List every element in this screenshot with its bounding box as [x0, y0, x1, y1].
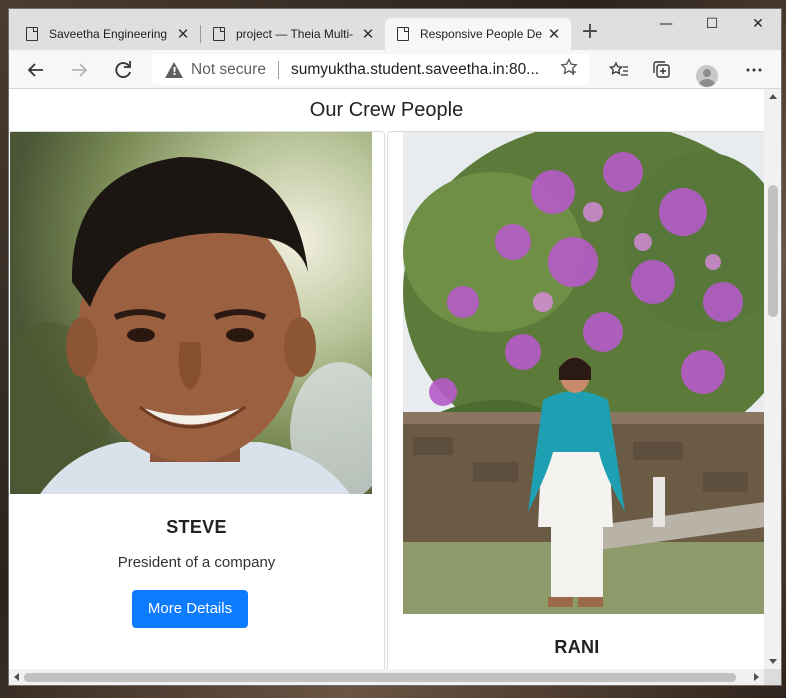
- tab-saveetha[interactable]: Saveetha Engineering ✕: [14, 18, 200, 50]
- person-role: President of a company: [117, 554, 276, 571]
- maximize-button[interactable]: ☐: [689, 13, 735, 35]
- tab-title: Responsive People De: [420, 27, 543, 41]
- more-details-button[interactable]: More Details: [132, 590, 248, 628]
- tab-title: project — Theia Multi-: [236, 27, 354, 41]
- url-text[interactable]: sumyuktha.student.saveetha.in:80...: [291, 61, 555, 79]
- tab-responsive-people[interactable]: Responsive People De ✕: [385, 18, 571, 50]
- add-favorite-icon[interactable]: [555, 57, 583, 81]
- vertical-scrollbar[interactable]: [764, 89, 781, 669]
- person-card-steve: STEVE President of a company More Detail…: [9, 131, 385, 669]
- profile-icon[interactable]: [696, 65, 718, 87]
- page-title: Our Crew People: [309, 99, 464, 121]
- scrollbar-thumb[interactable]: [24, 673, 736, 682]
- page-icon: [213, 27, 225, 41]
- back-icon[interactable]: [22, 56, 50, 84]
- minimize-button[interactable]: —: [643, 13, 689, 35]
- tab-title: Saveetha Engineering: [49, 27, 168, 41]
- person-photo-rani: [403, 132, 764, 614]
- person-photo-steve: [10, 132, 372, 494]
- close-icon[interactable]: ✕: [172, 25, 194, 43]
- horizontal-scrollbar[interactable]: [9, 669, 764, 685]
- close-window-button[interactable]: ✕: [735, 13, 781, 35]
- warning-icon[interactable]: [165, 61, 183, 78]
- browser-window: Saveetha Engineering ✕ project — Theia M…: [8, 8, 782, 686]
- close-icon[interactable]: ✕: [357, 25, 379, 43]
- tab-project[interactable]: project — Theia Multi- ✕: [201, 18, 385, 50]
- page-viewport: Our Crew People STEVE President of a com…: [9, 89, 764, 669]
- security-label[interactable]: Not secure: [191, 61, 266, 79]
- close-icon[interactable]: ✕: [543, 25, 565, 43]
- scroll-right-icon[interactable]: [754, 673, 759, 681]
- collections-icon[interactable]: [648, 56, 676, 84]
- favorites-icon[interactable]: [605, 56, 633, 84]
- scroll-down-icon[interactable]: [769, 659, 777, 664]
- new-tab-button[interactable]: +: [578, 21, 602, 45]
- forward-icon[interactable]: [65, 56, 93, 84]
- person-name: STEVE: [166, 517, 227, 537]
- refresh-icon[interactable]: [109, 56, 137, 84]
- tab-strip: Saveetha Engineering ✕ project — Theia M…: [9, 9, 781, 50]
- scroll-up-icon[interactable]: [769, 94, 777, 99]
- scroll-left-icon[interactable]: [14, 673, 19, 681]
- person-card-rani: RANI: [387, 131, 764, 669]
- person-name: RANI: [554, 637, 600, 657]
- browser-toolbar: Not secure sumyuktha.student.saveetha.in…: [9, 50, 781, 89]
- more-icon[interactable]: [740, 56, 768, 84]
- scrollbar-corner: [764, 669, 781, 685]
- address-bar[interactable]: Not secure sumyuktha.student.saveetha.in…: [152, 54, 589, 85]
- page-icon: [397, 27, 409, 41]
- page-icon: [26, 27, 38, 41]
- scrollbar-thumb[interactable]: [768, 185, 778, 317]
- address-separator: [277, 60, 279, 79]
